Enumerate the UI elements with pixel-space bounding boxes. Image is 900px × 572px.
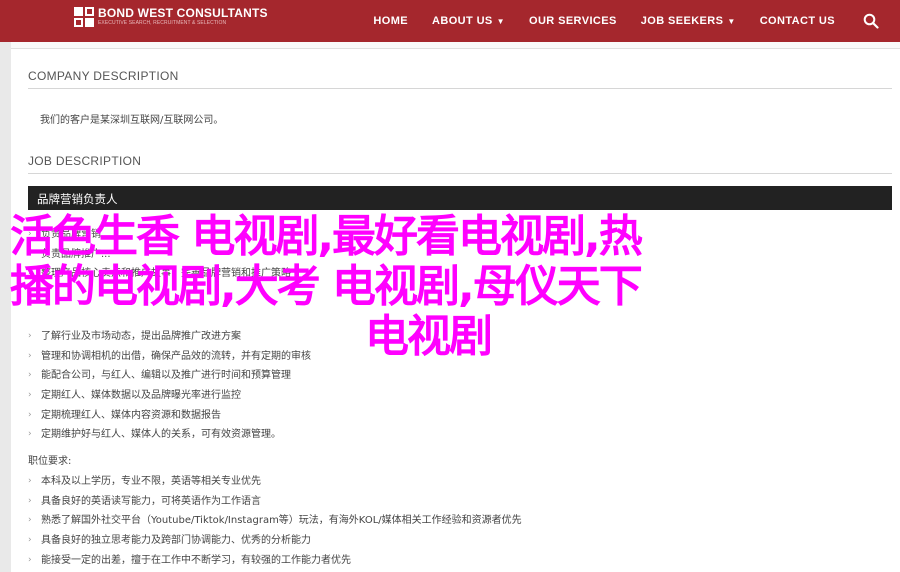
- chevron-right-icon: ›: [28, 429, 32, 440]
- top-navbar: BOND WEST CONSULTANTS EXECUTIVE SEARCH, …: [0, 0, 900, 42]
- chevron-right-icon: ›: [28, 331, 32, 341]
- requirements-list: › 本科及以上学历，专业不限，英语等相关专业优先 › 具备良好的英语读写能力，可将英…: [28, 472, 522, 570]
- duties-list-partial: › 负责品牌营销... › 负责品牌推广... › 整理产品核心卖点和推广故事，完善品…: [28, 225, 291, 284]
- list-item: › 负责品牌营销...: [28, 225, 291, 245]
- nav-home[interactable]: HOME: [373, 15, 408, 27]
- chevron-right-icon: ›: [28, 390, 32, 401]
- nav-contact-us[interactable]: CONTACT US: [760, 15, 835, 27]
- nav-home-label: HOME: [373, 15, 408, 27]
- nav-our-services-label: OUR SERVICES: [528, 15, 617, 27]
- chevron-right-icon: ›: [28, 370, 32, 381]
- logo-mark-icon: [74, 7, 94, 27]
- nav-our-services[interactable]: OUR SERVICES: [529, 15, 617, 27]
- list-item: › 能配合公司，与红人、编辑以及推广进行时间和预算管理: [28, 366, 311, 386]
- list-item: › 定期梳理红人、媒体内容资源和数据报告: [28, 406, 311, 426]
- chevron-right-icon: ›: [28, 248, 32, 259]
- list-item: › 具备良好的英语读写能力，可将英语作为工作语言: [28, 492, 522, 512]
- divider: [28, 88, 892, 89]
- company-description-heading: COMPANY DESCRIPTION: [28, 69, 179, 83]
- chevron-right-icon: ›: [28, 476, 32, 486]
- chevron-right-icon: ›: [28, 268, 32, 279]
- list-item: › 具备良好的独立思考能力及跨部门协调能力、优秀的分析能力: [28, 531, 522, 551]
- chevron-right-icon: ›: [28, 554, 32, 565]
- search-icon: [863, 13, 879, 29]
- nav-about-us[interactable]: ABOUT US ▼: [432, 15, 505, 27]
- list-item: › 整理产品核心卖点和推广故事，完善品牌营销和推广策略: [28, 264, 291, 284]
- nav-about-us-label: ABOUT US: [432, 15, 493, 27]
- job-title-bar: 品牌营销负责人: [28, 186, 892, 210]
- list-item: › 定期红人、媒体数据以及品牌曝光率进行监控: [28, 386, 311, 406]
- list-item: › 了解行业及市场动态，提出品牌推广改进方案: [28, 327, 311, 347]
- site-logo[interactable]: BOND WEST CONSULTANTS EXECUTIVE SEARCH, …: [74, 7, 268, 27]
- job-title: 品牌营销负责人: [37, 192, 118, 206]
- list-item: › 熟悉了解国外社交平台（Youtube/Tiktok/Instagram等）玩法…: [28, 511, 522, 531]
- logo-name: BOND WEST CONSULTANTS: [98, 6, 268, 20]
- search-button[interactable]: [859, 0, 883, 42]
- chevron-right-icon: ›: [28, 409, 32, 420]
- duties-list: › 了解行业及市场动态，提出品牌推广改进方案 › 管理和协调相机的出借，确保产品效的…: [28, 327, 311, 445]
- list-item: › 管理和协调相机的出借，确保产品效的流转，并有定期的审核: [28, 347, 311, 367]
- chevron-right-icon: ›: [28, 515, 32, 526]
- chevron-right-icon: ›: [28, 535, 32, 546]
- list-item: › 本科及以上学历，专业不限，英语等相关专业优先: [28, 472, 522, 492]
- page-topbar: [11, 42, 900, 49]
- content-page: COMPANY DESCRIPTION 我们的客户是某深圳互联网/互联网公司。 …: [11, 42, 900, 572]
- chevron-right-icon: ›: [28, 229, 32, 239]
- chevron-right-icon: ›: [28, 350, 32, 361]
- nav-job-seekers[interactable]: JOB SEEKERS ▼: [641, 15, 736, 27]
- company-description-text: 我们的客户是某深圳互联网/互联网公司。: [40, 115, 224, 126]
- requirements-heading: 职位要求:: [28, 456, 72, 467]
- main-nav: HOME ABOUT US ▼ OUR SERVICES JOB SEEKERS ▼…: [373, 0, 900, 42]
- chevron-right-icon: ›: [28, 495, 32, 506]
- nav-contact-us-label: CONTACT US: [759, 15, 835, 27]
- list-item: › 负责品牌推广...: [28, 245, 291, 265]
- nav-job-seekers-label: JOB SEEKERS: [640, 15, 724, 27]
- chevron-down-icon: ▼: [727, 16, 736, 26]
- divider: [28, 173, 892, 174]
- logo-tagline: EXECUTIVE SEARCH, RECRUITMENT & SELECTIO…: [98, 20, 227, 26]
- job-description-heading: JOB DESCRIPTION: [28, 154, 142, 168]
- chevron-down-icon: ▼: [496, 16, 505, 26]
- list-item: › 定期维护好与红人、媒体人的关系，可有效资源管理。: [28, 425, 311, 445]
- list-item: › 能接受一定的出差，擅于在工作中不断学习，有较强的工作能力者优先: [28, 551, 522, 571]
